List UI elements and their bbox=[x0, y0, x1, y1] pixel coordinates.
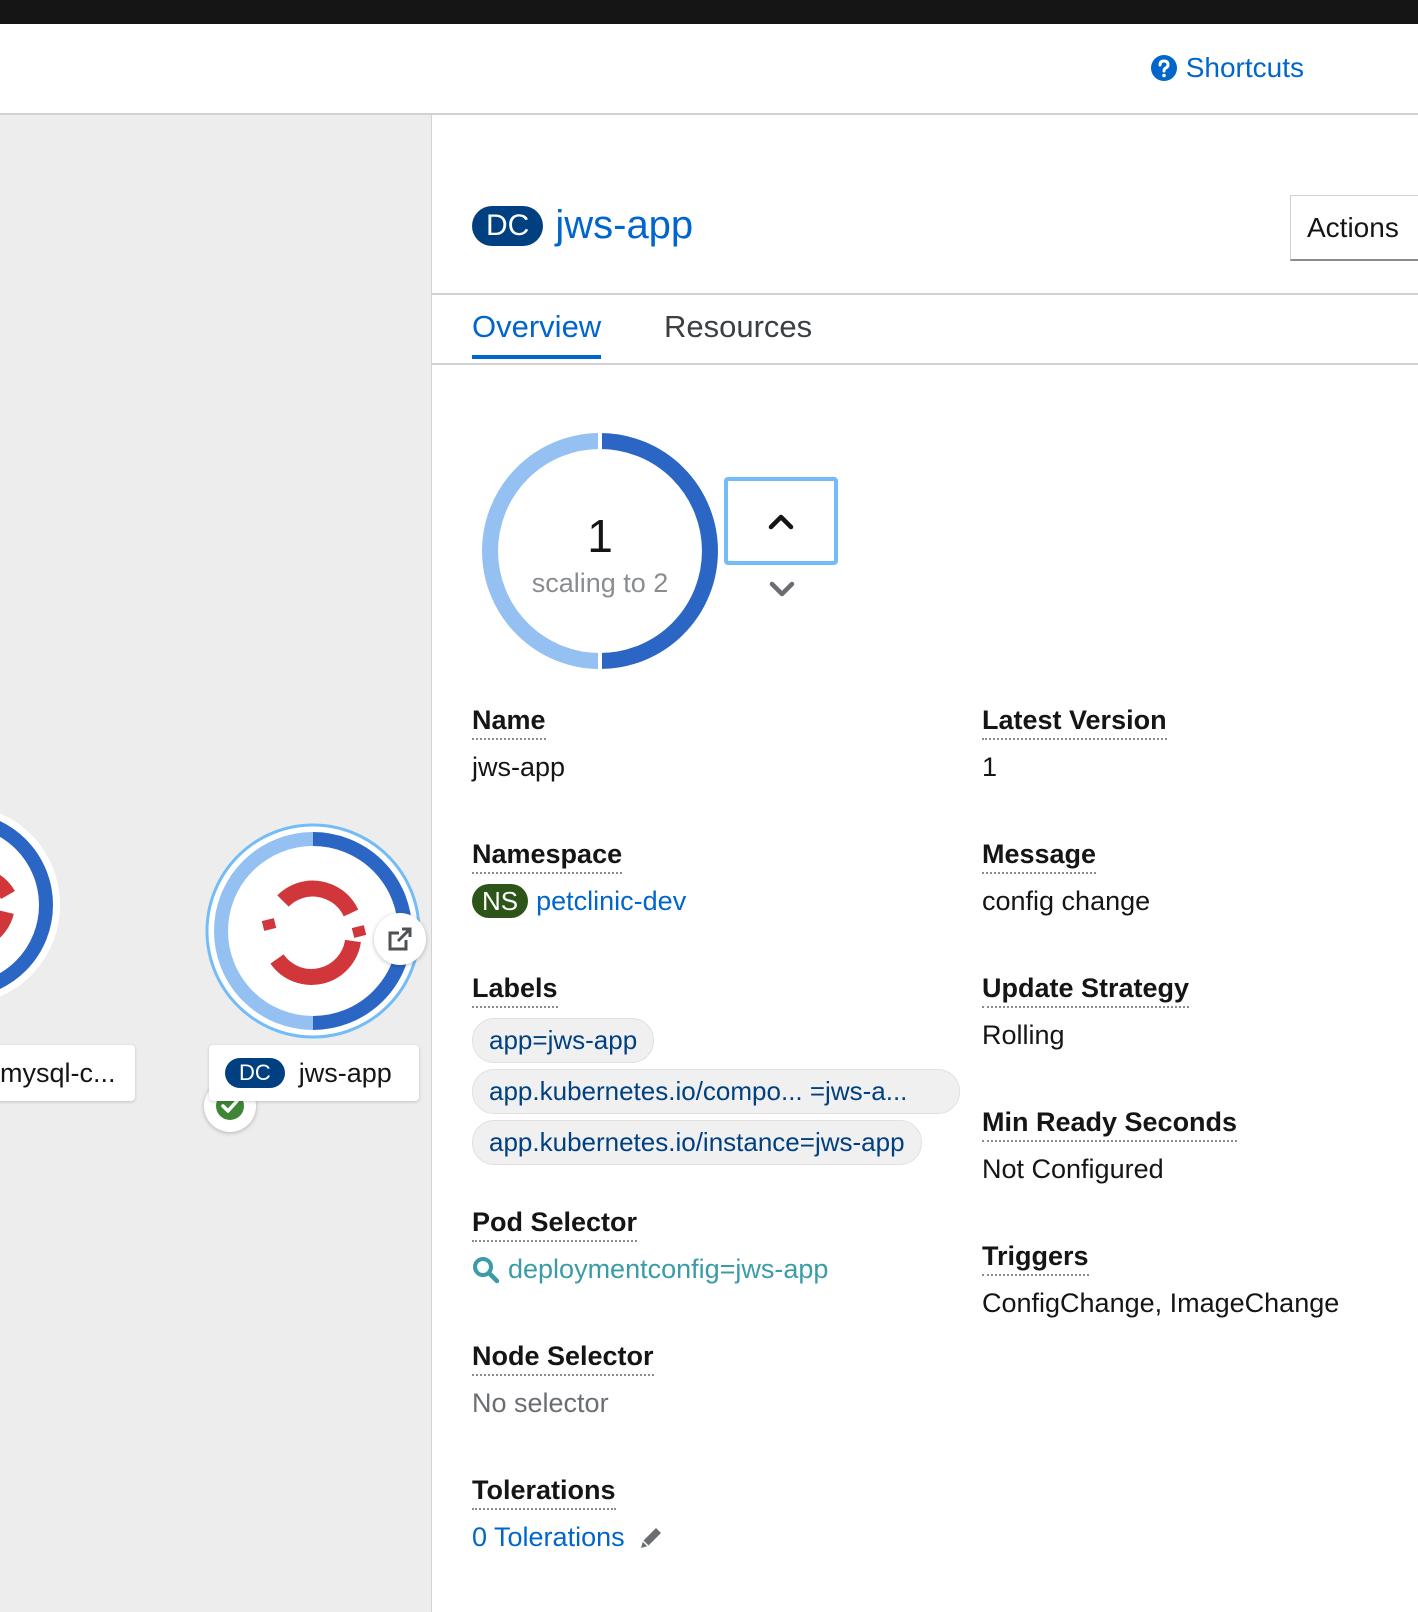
pod-selector-value: deploymentconfig=jws-app bbox=[508, 1254, 829, 1284]
field-labels: Labels app=jws-app app.kubernetes.io/com… bbox=[472, 973, 960, 1171]
tab-resources[interactable]: Resources bbox=[664, 309, 812, 355]
tab-overview[interactable]: Overview bbox=[472, 309, 602, 359]
tolerations-link[interactable]: 0 Tolerations bbox=[472, 1522, 625, 1553]
chevron-up-icon bbox=[768, 514, 794, 530]
field-latest-version: Latest Version 1 bbox=[982, 705, 1167, 783]
field-term: Tolerations bbox=[472, 1475, 616, 1510]
field-value: Rolling bbox=[982, 1020, 1065, 1050]
resource-title[interactable]: jws-app bbox=[555, 203, 693, 248]
field-term: Name bbox=[472, 705, 546, 740]
search-icon bbox=[473, 1256, 500, 1283]
field-term: Triggers bbox=[982, 1241, 1089, 1276]
panel-tabs: Overview Resources bbox=[432, 293, 1418, 365]
topology-canvas[interactable]: mysql-c... DC jws-app bbox=[0, 115, 432, 1612]
pod-scaling-status: scaling to 2 bbox=[531, 568, 669, 598]
resource-kind-badge: DC bbox=[472, 205, 544, 246]
field-name: Name jws-app bbox=[472, 705, 565, 783]
pencil-icon[interactable] bbox=[637, 1524, 665, 1552]
tolerations-value: 0 Tolerations bbox=[472, 1522, 665, 1553]
field-value: jws-app bbox=[472, 752, 566, 782]
field-value: No selector bbox=[472, 1388, 609, 1418]
field-term: Latest Version bbox=[982, 705, 1167, 740]
label-chip[interactable]: app.kubernetes.io/instance=jws-app bbox=[472, 1120, 922, 1165]
field-value: 1 bbox=[982, 752, 998, 782]
label-list: app=jws-app app.kubernetes.io/compo... =… bbox=[472, 1018, 960, 1171]
side-panel: DC jws-app Actions Overview Resources 1 … bbox=[432, 115, 1418, 1612]
namespace-link[interactable]: petclinic-dev bbox=[536, 886, 686, 916]
field-term: Namespace bbox=[472, 839, 623, 874]
namespace-badge: NS bbox=[472, 884, 529, 918]
shortcuts-link[interactable]: Shortcuts bbox=[1150, 52, 1304, 84]
field-term: Pod Selector bbox=[472, 1207, 638, 1242]
field-term: Labels bbox=[472, 973, 558, 1008]
field-term: Update Strategy bbox=[982, 973, 1190, 1008]
scale-up-button[interactable] bbox=[724, 477, 838, 565]
help-circle-icon bbox=[1150, 55, 1177, 81]
field-message: Message config change bbox=[982, 839, 1150, 917]
scale-down-button[interactable] bbox=[762, 569, 802, 609]
field-value: ConfigChange, ImageChange bbox=[982, 1288, 1340, 1318]
label-chip[interactable]: app.kubernetes.io/compo... =jws-a... bbox=[472, 1069, 960, 1114]
field-term: Min Ready Seconds bbox=[982, 1107, 1238, 1142]
panel-header: DC jws-app bbox=[472, 203, 693, 248]
field-triggers: Triggers ConfigChange, ImageChange bbox=[982, 1241, 1339, 1319]
topology-node-mysql[interactable] bbox=[0, 800, 70, 1010]
topology-node-label-jws-app[interactable]: DC jws-app bbox=[209, 1045, 419, 1101]
field-tolerations: Tolerations 0 Tolerations bbox=[472, 1475, 665, 1553]
field-term: Message bbox=[982, 839, 1097, 874]
pod-count: 1 bbox=[587, 510, 613, 562]
field-value: config change bbox=[982, 886, 1151, 916]
shortcuts-label: Shortcuts bbox=[1185, 52, 1304, 83]
field-pod-selector: Pod Selector deploymentconfig=jws-app bbox=[472, 1207, 828, 1285]
topology-node-label-mysql[interactable]: mysql-c... bbox=[0, 1045, 135, 1101]
topology-toolbar: Shortcuts bbox=[0, 24, 1418, 115]
actions-dropdown[interactable]: Actions bbox=[1290, 195, 1418, 261]
label-chip[interactable]: app=jws-app bbox=[472, 1018, 655, 1063]
chevron-down-icon bbox=[769, 581, 795, 597]
dc-badge: DC bbox=[225, 1058, 285, 1088]
field-value: Not Configured bbox=[982, 1154, 1164, 1184]
field-min-ready-seconds: Min Ready Seconds Not Configured bbox=[982, 1107, 1238, 1185]
open-url-icon[interactable] bbox=[374, 913, 426, 965]
pod-ring-icon bbox=[0, 813, 60, 997]
node-label-text: mysql-c... bbox=[0, 1057, 116, 1088]
field-value: NS petclinic-dev bbox=[472, 884, 686, 918]
field-node-selector: Node Selector No selector bbox=[472, 1341, 654, 1419]
field-update-strategy: Update Strategy Rolling bbox=[982, 973, 1190, 1051]
field-term: Node Selector bbox=[472, 1341, 654, 1376]
field-namespace: Namespace NS petclinic-dev bbox=[472, 839, 686, 918]
pod-selector-link[interactable]: deploymentconfig=jws-app bbox=[472, 1254, 828, 1285]
node-label-text: jws-app bbox=[298, 1057, 392, 1088]
masthead-bar bbox=[0, 0, 1418, 24]
